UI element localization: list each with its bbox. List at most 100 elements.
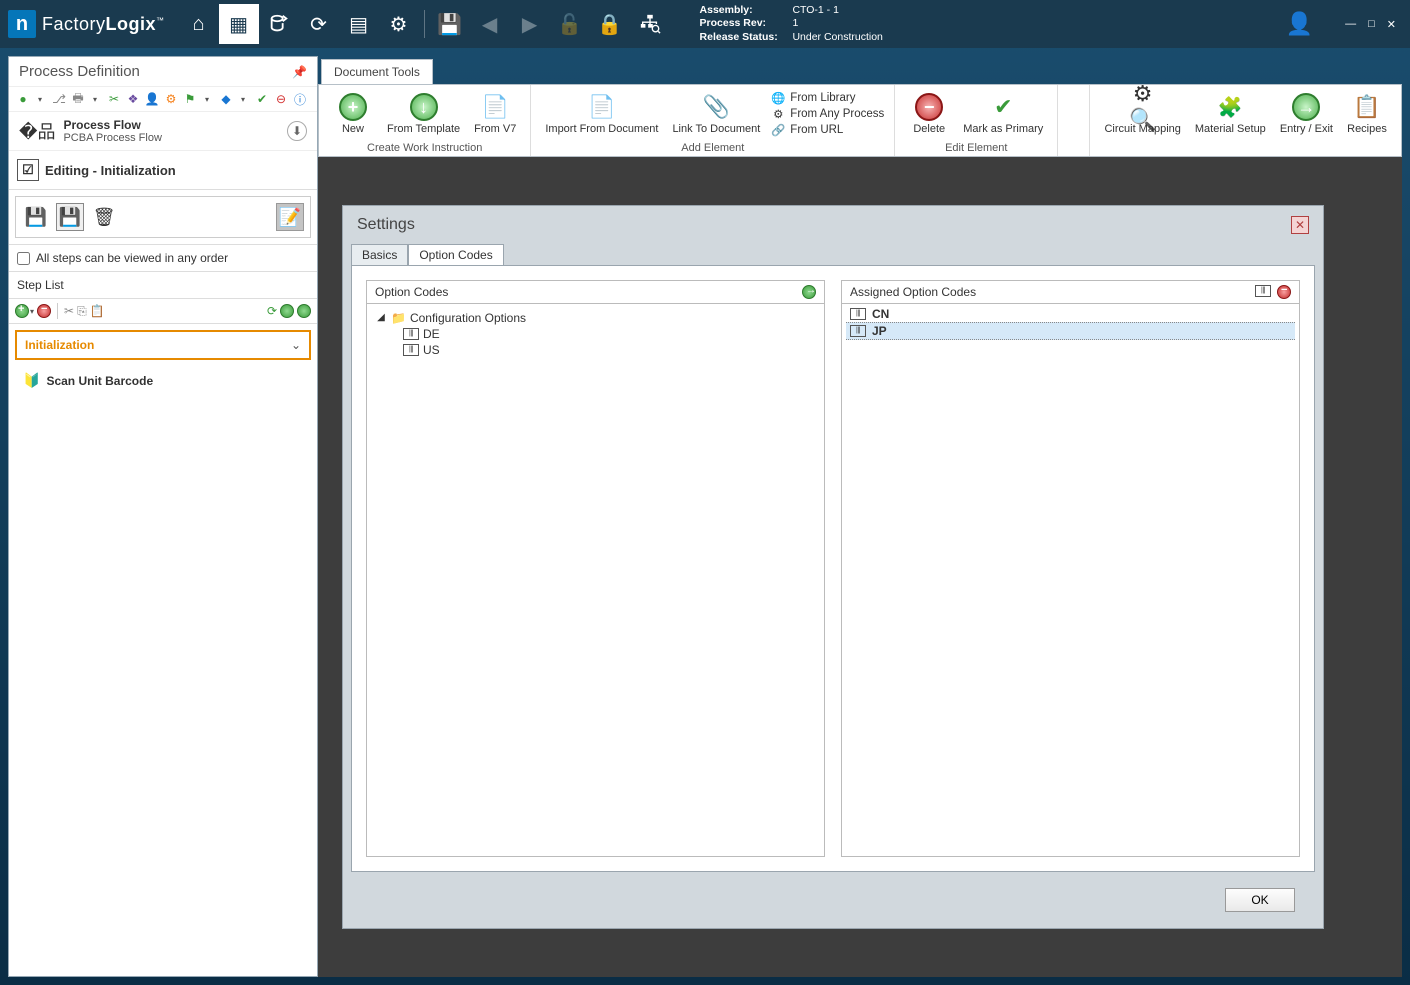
tree-root[interactable]: ◢ 📁 Configuration Options xyxy=(375,310,816,326)
ribbon: + New ↓ From Template 📄 From V7 Create W… xyxy=(318,84,1402,157)
print-icon[interactable]: 🖶 xyxy=(70,91,86,107)
user-icon[interactable]: 👤 xyxy=(1286,11,1313,37)
assigned-cn[interactable]: ||| CN xyxy=(846,306,1295,322)
from-v7-button[interactable]: 📄 From V7 xyxy=(470,91,520,138)
user-icon-small[interactable]: 👤 xyxy=(144,91,160,107)
sync-button[interactable]: ⟳ xyxy=(299,4,339,44)
flow-subtitle: PCBA Process Flow xyxy=(63,132,279,144)
copy-step-icon[interactable]: ⎘ xyxy=(77,304,87,319)
gear-small-icon[interactable]: ⚙ xyxy=(163,91,179,107)
new-button[interactable]: + New xyxy=(329,91,377,138)
down-step-icon[interactable] xyxy=(297,304,311,318)
lock-button[interactable]: 🔒 xyxy=(590,4,630,44)
barcode-item-icon: ||| xyxy=(850,308,866,320)
delete-button[interactable]: − Delete xyxy=(905,91,953,138)
process-flow-row[interactable]: �品 Process Flow PCBA Process Flow ⬇ xyxy=(9,112,317,151)
chevron-down-icon: ⌄ xyxy=(291,338,301,352)
nav-back-button: ◀ xyxy=(470,4,510,44)
step-list-header: Step List xyxy=(9,272,317,299)
flow-title: Process Flow xyxy=(63,118,279,132)
tab-basics[interactable]: Basics xyxy=(351,244,408,266)
from-library-button[interactable]: 🌐From Library xyxy=(770,91,884,105)
note-tool-icon[interactable]: 📝 xyxy=(276,203,304,231)
material-setup-button[interactable]: 🧩 Material Setup xyxy=(1191,91,1270,138)
option-codes-panel: Option Codes → ◢ 📁 Configuration Options xyxy=(366,280,825,857)
settings-dialog: Settings ✕ Basics Option Codes Option Co… xyxy=(342,205,1324,929)
editing-label: Editing - Initialization xyxy=(45,163,176,178)
save-tool-icon[interactable]: 💾 xyxy=(22,203,50,231)
pin-icon[interactable]: 📌 xyxy=(292,65,307,79)
save-alt-tool-icon[interactable]: 💾 xyxy=(56,203,84,231)
process-grid-button[interactable]: ▦ xyxy=(219,4,259,44)
from-any-process-button[interactable]: ⚙From Any Process xyxy=(770,107,884,121)
view-icon[interactable]: ||| xyxy=(1255,285,1271,297)
step-toolbar: ▾ ✂ ⎘ 📋 ⟳ xyxy=(9,299,317,324)
step-item-scan-barcode[interactable]: 🔰 Scan Unit Barcode xyxy=(15,366,311,395)
remove-step-icon[interactable] xyxy=(37,304,51,318)
window-maximize-button[interactable]: □ xyxy=(1368,18,1375,30)
assigned-codes-panel: Assigned Option Codes ||| ||| CN xyxy=(841,280,1300,857)
save-button[interactable]: 💾 xyxy=(430,4,470,44)
edit-tools-row: 💾 💾 🗑 📝 xyxy=(15,196,311,238)
search-structure-button[interactable] xyxy=(630,4,670,44)
up-step-icon[interactable] xyxy=(280,304,294,318)
app-name: FactoryLogix™ xyxy=(42,14,165,35)
any-order-row[interactable]: All steps can be viewed in any order xyxy=(9,244,317,272)
entry-exit-button[interactable]: → Entry / Exit xyxy=(1276,91,1337,138)
remove-icon[interactable]: ⊖ xyxy=(273,91,289,107)
titlebar: n FactoryLogix™ ⌂ ▦ ⟳ ▤ ⚙ 💾 ◀ ▶ 🔓 🔒 Asse… xyxy=(0,0,1410,48)
settings-title: Settings xyxy=(357,216,415,234)
option-us[interactable]: ||| US xyxy=(375,342,816,358)
recipes-button[interactable]: 📋 Recipes xyxy=(1343,91,1391,138)
clipboard-button[interactable]: ▤ xyxy=(339,4,379,44)
window-close-button[interactable]: ✕ xyxy=(1387,18,1396,31)
mark-primary-button[interactable]: ✔ Mark as Primary xyxy=(959,91,1047,138)
unlock-icon: 🔓 xyxy=(550,4,590,44)
any-order-label: All steps can be viewed in any order xyxy=(36,251,228,265)
process-mini-toolbar: ●▾ ⎇ 🖶▾ ✂ ❖ 👤 ⚙ ⚑▾ ◆▾ ✔ ⊖ ⓘ xyxy=(9,87,317,112)
barcode-icon: 🔰 xyxy=(23,372,40,389)
group-caption: Create Work Instruction xyxy=(367,142,482,154)
any-order-checkbox[interactable] xyxy=(17,252,30,265)
editing-bar: ☑ Editing - Initialization xyxy=(9,151,317,190)
home-button[interactable]: ⌂ xyxy=(179,4,219,44)
assigned-jp[interactable]: ||| JP xyxy=(846,322,1295,340)
from-template-button[interactable]: ↓ From Template xyxy=(383,91,464,138)
from-url-button[interactable]: 🔗From URL xyxy=(770,123,884,137)
step-item-initialization[interactable]: Initialization ⌄ xyxy=(15,330,311,360)
folder-icon: 📁 xyxy=(391,311,406,325)
assigned-header: Assigned Option Codes xyxy=(850,285,976,299)
link-to-doc-button[interactable]: 📎 Link To Document xyxy=(668,91,764,138)
trash-tool-icon[interactable]: 🗑 xyxy=(90,203,118,231)
ok-button[interactable]: OK xyxy=(1225,888,1295,912)
approve-icon[interactable]: ◆ xyxy=(218,91,234,107)
tab-document-tools[interactable]: Document Tools xyxy=(321,59,433,84)
settings-gear-button[interactable]: ⚙ xyxy=(379,4,419,44)
db-export-button[interactable] xyxy=(259,4,299,44)
flag-icon[interactable]: ⚑ xyxy=(182,91,198,107)
cut-icon[interactable]: ✂ xyxy=(106,91,122,107)
add-step-icon[interactable] xyxy=(15,304,29,318)
option-de[interactable]: ||| DE xyxy=(375,326,816,342)
add-icon[interactable]: ● xyxy=(15,91,31,107)
panel-title: Process Definition xyxy=(19,63,140,80)
info-icon[interactable]: ⓘ xyxy=(292,91,308,107)
refresh-icon[interactable]: ⟳ xyxy=(267,304,277,318)
step-label: Scan Unit Barcode xyxy=(46,374,153,388)
copy-icon[interactable]: ❖ xyxy=(125,91,141,107)
paste-step-icon[interactable]: 📋 xyxy=(90,304,105,318)
download-icon[interactable]: ⬇ xyxy=(287,121,307,141)
import-from-doc-button[interactable]: 📄 Import From Document xyxy=(541,91,662,138)
window-minimize-button[interactable]: — xyxy=(1345,18,1356,30)
expand-icon[interactable]: ◢ xyxy=(375,312,387,323)
tab-option-codes[interactable]: Option Codes xyxy=(408,244,503,266)
editing-icon: ☑ xyxy=(17,159,39,181)
group-caption: Edit Element xyxy=(945,142,1007,154)
branch-icon[interactable]: ⎇ xyxy=(51,91,67,107)
assign-icon[interactable]: → xyxy=(802,285,816,299)
settings-close-button[interactable]: ✕ xyxy=(1291,216,1309,234)
ok-icon[interactable]: ✔ xyxy=(254,91,270,107)
remove-assigned-icon[interactable] xyxy=(1277,285,1291,299)
cut-step-icon[interactable]: ✂ xyxy=(64,304,74,318)
circuit-mapping-button[interactable]: ⚙🔍 Circuit Mapping xyxy=(1100,91,1184,138)
